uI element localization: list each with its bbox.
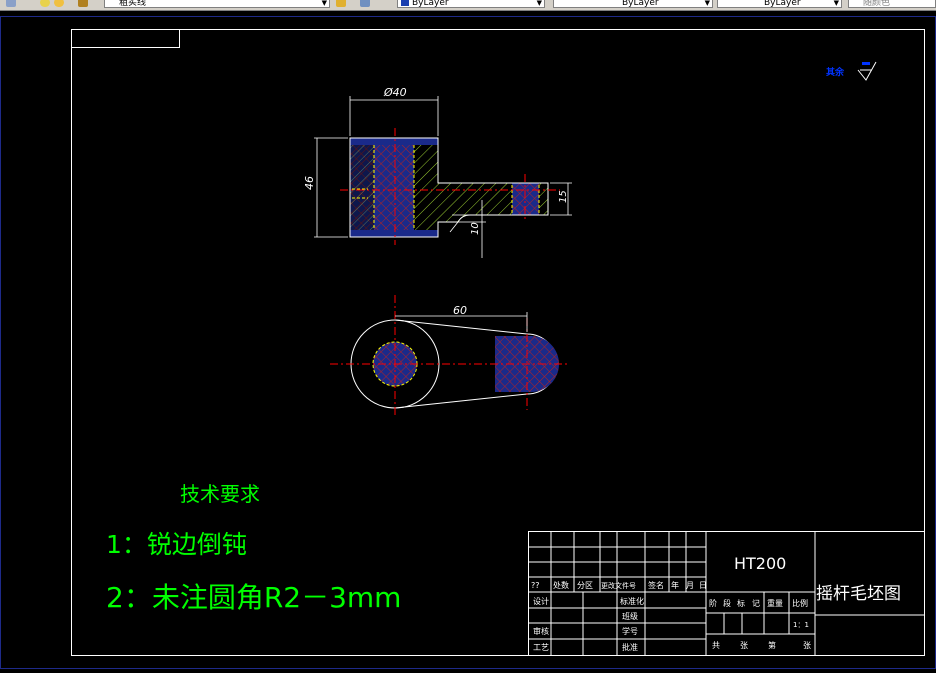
lineweight-dropdown[interactable]: ByLayer ▼ xyxy=(717,0,842,8)
tech-note-1: 1：锐边倒钝 xyxy=(106,530,247,559)
surface-other-label: 其余 xyxy=(826,66,845,78)
mid-label-class: 班级 xyxy=(622,611,638,621)
left-label-design: 设计 xyxy=(533,596,549,606)
bore-cross-hatch xyxy=(374,145,414,230)
lineweight-value: ByLayer xyxy=(764,0,801,8)
rev-header-3: 更改文件号 xyxy=(601,581,636,590)
tech-note-2: 2：未注圆角R2－3mm xyxy=(106,581,401,614)
mid-label-standard: 标准化 xyxy=(620,596,644,606)
tech-requirements-title: 技术要求 xyxy=(180,482,260,506)
drawing-area[interactable]: 其余 Ø40 46 15 10 60 技术要求 1：锐边倒钝 2：未注圆角R2－… xyxy=(0,11,936,669)
chevron-down-icon: ▼ xyxy=(833,0,839,7)
linetype-dropdown[interactable]: ByLayer ▼ xyxy=(553,0,713,8)
sheet-label-sheets: 张 xyxy=(740,641,748,650)
light-bulb-icon[interactable] xyxy=(40,0,50,7)
dim-arm-15: 15 xyxy=(558,190,569,203)
drawing-name: 摇杆毛坯图 xyxy=(816,584,901,604)
layer-tools-icon[interactable] xyxy=(6,0,16,7)
rev-header-7: 日 xyxy=(699,581,707,590)
plotstyle-value: 随颜色 xyxy=(863,0,891,8)
corner-label-box xyxy=(71,29,180,48)
mid-label-student-id: 学号 xyxy=(622,626,638,636)
stage-header-3: 记 xyxy=(752,599,760,608)
left-label-process: 工艺 xyxy=(533,643,549,652)
left-label-review: 审核 xyxy=(533,626,549,636)
layer-dropdown[interactable]: 粗实线 ▼ xyxy=(104,0,330,8)
dim-center-distance-60: 60 xyxy=(453,304,467,317)
sheet-label-sheet: 张 xyxy=(803,641,811,650)
rev-header-6: 月 xyxy=(686,581,694,590)
color-dropdown[interactable]: ByLayer ▼ xyxy=(397,0,545,8)
arm-upper-edge xyxy=(394,319,528,335)
rev-header-5: 年 xyxy=(671,580,679,590)
scale-value: 1：1 xyxy=(793,621,809,629)
chevron-down-icon: ▼ xyxy=(704,0,710,7)
mid-label-approve: 批准 xyxy=(622,642,638,652)
top-view xyxy=(330,295,568,418)
boss-cross-hatch-top xyxy=(350,138,438,145)
rev-header-2: 分区 xyxy=(577,581,593,590)
sheet-label-index: 第 xyxy=(768,640,776,650)
material-label: HT200 xyxy=(734,554,786,573)
arm-lower-edge xyxy=(394,393,528,409)
plotstyle-dropdown[interactable]: 随颜色 xyxy=(848,0,936,8)
rev-header-1: 处数 xyxy=(553,580,569,590)
chevron-down-icon: ▼ xyxy=(321,0,327,7)
linetype-value: ByLayer xyxy=(622,0,659,8)
make-current-icon[interactable] xyxy=(336,0,346,7)
rev-header-0: ?? xyxy=(531,581,540,590)
layer-previous-icon[interactable] xyxy=(360,0,370,7)
dim-height-46: 46 xyxy=(303,176,316,190)
stage-header-1: 段 xyxy=(723,598,731,608)
stage-header-0: 阶 xyxy=(709,598,717,608)
roughness-value-mark xyxy=(862,62,870,65)
boss-cross-hatch-bottom xyxy=(350,230,438,237)
layer-value: 粗实线 xyxy=(119,0,147,8)
sun-icon[interactable] xyxy=(54,0,64,7)
stage-header-weight: 重量 xyxy=(767,598,783,608)
stage-header-scale: 比例 xyxy=(792,598,808,608)
stage-header-2: 标 xyxy=(737,598,745,608)
dim-depth-10: 10 xyxy=(470,222,481,235)
color-swatch xyxy=(401,0,409,6)
chevron-down-icon: ▼ xyxy=(536,0,542,7)
sheet-label-total: 共 xyxy=(712,641,720,650)
properties-toolbar: 粗实线 ▼ ByLayer ▼ ByLayer ▼ ByLayer ▼ 随颜色 xyxy=(0,0,936,11)
lock-icon[interactable] xyxy=(78,0,88,7)
title-block-text: ?? 处数 分区 更改文件号 签名 年 月 日 设计 审核 工艺 标准化 班级 … xyxy=(531,580,811,652)
color-value: ByLayer xyxy=(412,0,449,8)
outer-frame xyxy=(0,16,936,669)
rev-header-4: 签名 xyxy=(648,580,664,590)
section-view xyxy=(340,128,560,245)
dim-diameter-40: Ø40 xyxy=(383,86,407,99)
boss-left-block xyxy=(350,145,374,230)
